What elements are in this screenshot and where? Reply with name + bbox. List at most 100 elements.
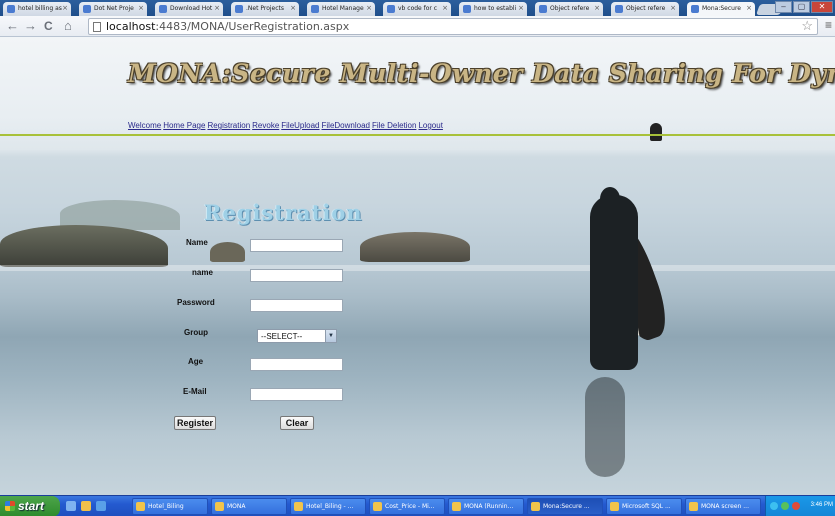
lastname-label: name <box>192 268 213 277</box>
password-field[interactable] <box>250 299 343 312</box>
nav-link-revoke[interactable]: Revoke <box>252 121 279 130</box>
clock: 3:46 PM <box>810 502 833 508</box>
media-player-icon[interactable] <box>81 501 91 511</box>
nav-link-fileupload[interactable]: FileUpload <box>281 121 319 130</box>
browser-tab[interactable]: Hotel Manage × <box>307 2 375 16</box>
favicon-icon <box>539 5 547 13</box>
tab-close-icon[interactable]: × <box>366 4 372 12</box>
taskbar-button[interactable]: MONA (Runnin... <box>448 498 524 515</box>
nav-link-file-deletion[interactable]: File Deletion <box>372 121 416 130</box>
browser-tab[interactable]: Mona:Secure × <box>687 2 755 17</box>
chevron-down-icon[interactable]: ▼ <box>325 330 336 342</box>
favicon-icon <box>387 5 395 13</box>
email-field[interactable] <box>250 388 343 401</box>
shoreline-graphic <box>0 265 835 271</box>
tab-close-icon[interactable]: × <box>670 4 676 12</box>
tab-close-icon[interactable]: × <box>594 4 600 12</box>
taskbar-button-label: MONA screen ... <box>701 503 749 510</box>
system-tray: 3:46 PM <box>765 496 835 516</box>
rock-left-graphic <box>0 225 168 267</box>
page-icon <box>93 22 101 32</box>
taskbar-button[interactable]: Hotel_Biling - ... <box>290 498 366 515</box>
rock-center-graphic <box>360 232 470 262</box>
email-label: E-Mail <box>183 387 207 396</box>
browser-tab[interactable]: hotel billing as × <box>3 2 71 16</box>
reload-icon[interactable]: C <box>44 19 53 33</box>
address-bar[interactable]: localhost:4483/MONA/UserRegistration.asp… <box>88 18 818 35</box>
taskbar-button-label: Hotel_Biling - ... <box>306 503 354 510</box>
nav-link-logout[interactable]: Logout <box>418 121 442 130</box>
quick-launch <box>66 501 106 511</box>
url-text: localhost:4483/MONA/UserRegistration.asp… <box>106 20 349 33</box>
tab-label: Object refere <box>626 5 666 12</box>
app-icon <box>610 502 619 511</box>
browser-tab[interactable]: Object refere × <box>535 2 603 16</box>
taskbar-button-label: MONA <box>227 503 246 510</box>
taskbar-button[interactable]: Cost_Price - Mi... <box>369 498 445 515</box>
forward-icon[interactable]: → <box>24 19 37 33</box>
alert-icon[interactable] <box>792 502 800 510</box>
taskbar-button[interactable]: MONA screen ... <box>685 498 761 515</box>
app-icon <box>689 502 698 511</box>
nav-link-registration[interactable]: Registration <box>207 121 250 130</box>
tab-label: Mona:Secure <box>702 5 741 12</box>
favicon-icon <box>463 5 471 13</box>
close-window-button[interactable]: ✕ <box>811 1 833 13</box>
rock-small-graphic <box>210 242 245 262</box>
taskbar-button-label: Cost_Price - Mi... <box>385 503 435 510</box>
browser-tab[interactable]: Dot Net Proje × <box>79 2 147 16</box>
site-nav: Welcome Home Page Registration Revoke FileUp… <box>128 121 445 130</box>
tab-label: Hotel Manage <box>322 5 364 12</box>
favicon-icon <box>159 5 167 13</box>
browser-menu-icon[interactable]: ≡ <box>825 18 832 32</box>
tab-label: vb code for c <box>398 5 438 12</box>
clear-button[interactable]: Clear <box>280 416 314 430</box>
taskbar-button[interactable]: Hotel_Biling <box>132 498 208 515</box>
nav-link-filedownload[interactable]: FileDownload <box>322 121 370 130</box>
taskbar-button[interactable]: Mona:Secure ... <box>527 498 603 515</box>
app-icon <box>136 502 145 511</box>
network-icon[interactable] <box>770 502 778 510</box>
url-path: :4483/MONA/UserRegistration.aspx <box>155 20 350 33</box>
back-icon[interactable]: ← <box>6 19 19 33</box>
nav-link-welcome[interactable]: Welcome <box>128 121 161 130</box>
tab-label: how to establi <box>474 5 517 12</box>
lastname-field[interactable] <box>250 269 343 282</box>
show-desktop-icon[interactable] <box>66 501 76 511</box>
tab-close-icon[interactable]: × <box>518 4 524 12</box>
maximize-button[interactable]: ▢ <box>793 1 810 13</box>
tab-close-icon[interactable]: × <box>138 4 144 12</box>
tab-close-icon[interactable]: × <box>746 4 752 12</box>
home-icon[interactable]: ⌂ <box>64 19 72 33</box>
minimize-button[interactable]: – <box>775 1 792 13</box>
start-button[interactable]: start <box>0 496 60 516</box>
taskbar-button[interactable]: MONA <box>211 498 287 515</box>
tab-close-icon[interactable]: × <box>442 4 448 12</box>
name-field[interactable] <box>250 239 343 252</box>
browser-tab[interactable]: Object refere × <box>611 2 679 16</box>
site-title: MONA:Secure Multi-Owner Data Sharing For… <box>128 59 835 88</box>
browser-tab[interactable]: how to establi × <box>459 2 527 16</box>
tab-close-icon[interactable]: × <box>62 4 68 12</box>
favicon-icon <box>83 5 91 13</box>
internet-explorer-icon[interactable] <box>96 501 106 511</box>
favicon-icon <box>311 5 319 13</box>
age-field[interactable] <box>250 358 343 371</box>
nav-link-home-page[interactable]: Home Page <box>163 121 205 130</box>
tab-close-icon[interactable]: × <box>290 4 296 12</box>
register-button[interactable]: Register <box>174 416 216 430</box>
age-label: Age <box>188 357 204 366</box>
taskbar-button[interactable]: Microsoft SQL ... <box>606 498 682 515</box>
favicon-icon <box>615 5 623 13</box>
tab-close-icon[interactable]: × <box>214 4 220 12</box>
browser-tab[interactable]: Download Hot × <box>155 2 223 16</box>
group-select-value: --SELECT-- <box>261 332 303 341</box>
group-label: Group <box>184 328 208 337</box>
security-icon[interactable] <box>781 502 789 510</box>
group-select[interactable]: --SELECT-- ▼ <box>257 329 337 343</box>
browser-tab[interactable]: vb code for c × <box>383 2 451 16</box>
tab-label: Object refere <box>550 5 590 12</box>
bookmark-star-icon[interactable]: ☆ <box>801 18 813 34</box>
browser-tab[interactable]: .Net Projects × <box>231 2 299 16</box>
taskbar-button-label: Microsoft SQL ... <box>622 503 671 510</box>
